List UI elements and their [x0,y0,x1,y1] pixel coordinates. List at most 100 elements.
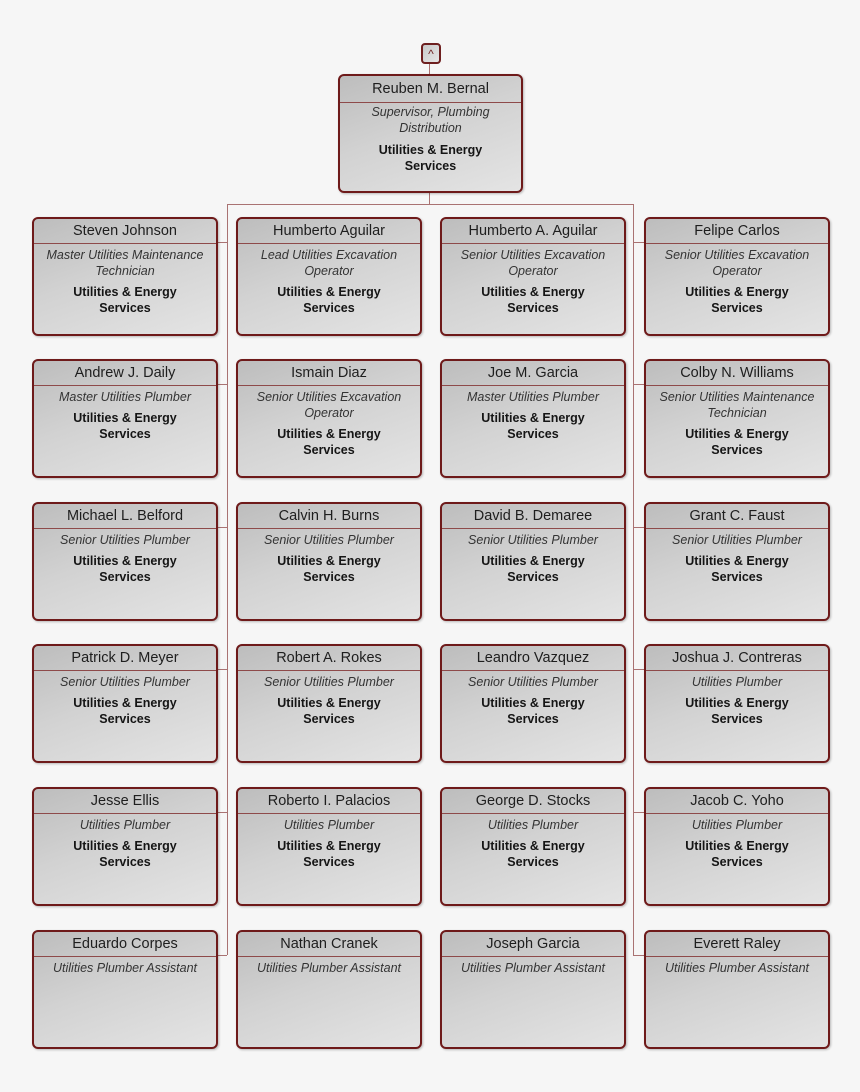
employee-department: Utilities & Energy Services [481,554,585,584]
employee-title: Senior Utilities Plumber [672,533,802,547]
employee-title: Utilities Plumber [79,818,171,832]
employee-department: Utilities & Energy Services [685,427,789,457]
collapse-toggle-button[interactable]: ^ [421,43,441,64]
employee-title: Senior Utilities Plumber [468,533,598,547]
employee-department: Utilities & Energy Services [277,554,381,584]
org-chart: ^ Reuben M. Bernal Supervisor, Plumbing … [0,0,860,1092]
employee-title: Utilities Plumber Assistant [256,961,402,975]
employee-title: Utilities Plumber [487,818,579,832]
employee-name: David B. Demaree [442,504,624,529]
employee-department: Utilities & Energy Services [73,285,177,315]
employee-card[interactable]: David B. Demaree Senior Utilities Plumber… [440,502,626,621]
employee-department: Utilities & Energy Services [277,427,381,457]
employee-department: Utilities & Energy Services [73,839,177,869]
employee-card[interactable]: Felipe Carlos Senior Utilities Excavation… [644,217,830,336]
employee-card[interactable]: George D. Stocks Utilities Plumber Utiliti… [440,787,626,906]
employee-title: Senior Utilities Plumber [468,675,598,689]
employee-name: Colby N. Williams [646,361,828,386]
employee-card[interactable]: Andrew J. Daily Master Utilities Plumber U… [32,359,218,478]
employee-title: Utilities Plumber Assistant [460,961,606,975]
employee-title: Utilities Plumber [691,675,783,689]
connector-root-down [429,192,430,204]
employee-name: Jesse Ellis [34,789,216,814]
employee-card[interactable]: Roberto I. Palacios Utilities Plumber Util… [236,787,422,906]
employee-card[interactable]: Jacob C. Yoho Utilities Plumber Utilities … [644,787,830,906]
employee-card[interactable]: Grant C. Faust Senior Utilities Plumber Ut… [644,502,830,621]
employee-name: Ismain Diaz [238,361,420,386]
employee-card[interactable]: Humberto A. Aguilar Senior Utilities Exca… [440,217,626,336]
employee-name: Joshua J. Contreras [646,646,828,671]
employee-name: George D. Stocks [442,789,624,814]
employee-department: Utilities & Energy Services [277,696,381,726]
employee-card[interactable]: Robert A. Rokes Senior Utilities Plumber U… [236,644,422,763]
employee-card[interactable]: Steven Johnson Master Utilities Maintenan… [32,217,218,336]
employee-name: Steven Johnson [34,219,216,244]
employee-name: Patrick D. Meyer [34,646,216,671]
employee-title: Utilities Plumber Assistant [664,961,810,975]
employee-name: Humberto A. Aguilar [442,219,624,244]
employee-name: Jacob C. Yoho [646,789,828,814]
employee-name: Reuben M. Bernal [340,76,521,103]
employee-card[interactable]: Patrick D. Meyer Senior Utilities Plumber… [32,644,218,763]
employee-card[interactable]: Jesse Ellis Utilities Plumber Utilities & … [32,787,218,906]
employee-department: Utilities & Energy Services [481,839,585,869]
connector-right-trunk [633,204,634,955]
employee-title: Senior Utilities Plumber [264,533,394,547]
employee-name: Joseph Garcia [442,932,624,957]
employee-card[interactable]: Calvin H. Burns Senior Utilities Plumber U… [236,502,422,621]
employee-card[interactable]: Ismain Diaz Senior Utilities Excavation O… [236,359,422,478]
employee-card[interactable]: Michael L. Belford Senior Utilities Plumb… [32,502,218,621]
employee-title: Utilities Plumber [691,818,783,832]
employee-name: Robert A. Rokes [238,646,420,671]
employee-title: Master Utilities Maintenance Technician [46,248,204,278]
employee-card[interactable]: Everett Raley Utilities Plumber Assistant [644,930,830,1049]
employee-card[interactable]: Joseph Garcia Utilities Plumber Assistant [440,930,626,1049]
employee-name: Michael L. Belford [34,504,216,529]
employee-name: Calvin H. Burns [238,504,420,529]
employee-department: Utilities & Energy Services [481,696,585,726]
employee-card[interactable]: Leandro Vazquez Senior Utilities Plumber U… [440,644,626,763]
employee-title: Utilities Plumber Assistant [52,961,198,975]
employee-department: Utilities & Energy Services [73,411,177,441]
employee-name: Everett Raley [646,932,828,957]
employee-name: Humberto Aguilar [238,219,420,244]
employee-card[interactable]: Joshua J. Contreras Utilities Plumber Util… [644,644,830,763]
employee-card[interactable]: Eduardo Corpes Utilities Plumber Assistan… [32,930,218,1049]
connector-horizontal-bus [227,204,634,205]
employee-name: Joe M. Garcia [442,361,624,386]
employee-card[interactable]: Joe M. Garcia Master Utilities Plumber Uti… [440,359,626,478]
employee-title: Senior Utilities Plumber [60,675,190,689]
employee-title: Senior Utilities Plumber [264,675,394,689]
employee-title: Senior Utilities Excavation Operator [460,248,606,278]
employee-title: Master Utilities Plumber [59,390,191,404]
employee-department: Utilities & Energy Services [378,143,483,173]
employee-title: Supervisor, Plumbing Distribution [371,105,490,135]
employee-card[interactable]: Colby N. Williams Senior Utilities Mainte… [644,359,830,478]
employee-title: Senior Utilities Excavation Operator [664,248,810,278]
employee-department: Utilities & Energy Services [73,554,177,584]
employee-title: Utilities Plumber [283,818,375,832]
employee-title: Senior Utilities Maintenance Technician [659,390,815,420]
employee-department: Utilities & Energy Services [277,285,381,315]
employee-name: Grant C. Faust [646,504,828,529]
employee-title: Senior Utilities Plumber [60,533,190,547]
employee-name: Roberto I. Palacios [238,789,420,814]
employee-name: Eduardo Corpes [34,932,216,957]
employee-name: Nathan Cranek [238,932,420,957]
employee-name: Andrew J. Daily [34,361,216,386]
employee-department: Utilities & Energy Services [277,839,381,869]
employee-name: Felipe Carlos [646,219,828,244]
employee-title: Senior Utilities Excavation Operator [256,390,402,420]
employee-department: Utilities & Energy Services [481,411,585,441]
employee-department: Utilities & Energy Services [481,285,585,315]
employee-title: Master Utilities Plumber [467,390,599,404]
chevron-up-icon: ^ [428,47,434,61]
root-card[interactable]: Reuben M. Bernal Supervisor, Plumbing Di… [338,74,523,193]
employee-department: Utilities & Energy Services [685,285,789,315]
employee-department: Utilities & Energy Services [685,554,789,584]
employee-card[interactable]: Humberto Aguilar Lead Utilities Excavatio… [236,217,422,336]
employee-department: Utilities & Energy Services [73,696,177,726]
employee-department: Utilities & Energy Services [685,696,789,726]
employee-card[interactable]: Nathan Cranek Utilities Plumber Assistant [236,930,422,1049]
employee-department: Utilities & Energy Services [685,839,789,869]
